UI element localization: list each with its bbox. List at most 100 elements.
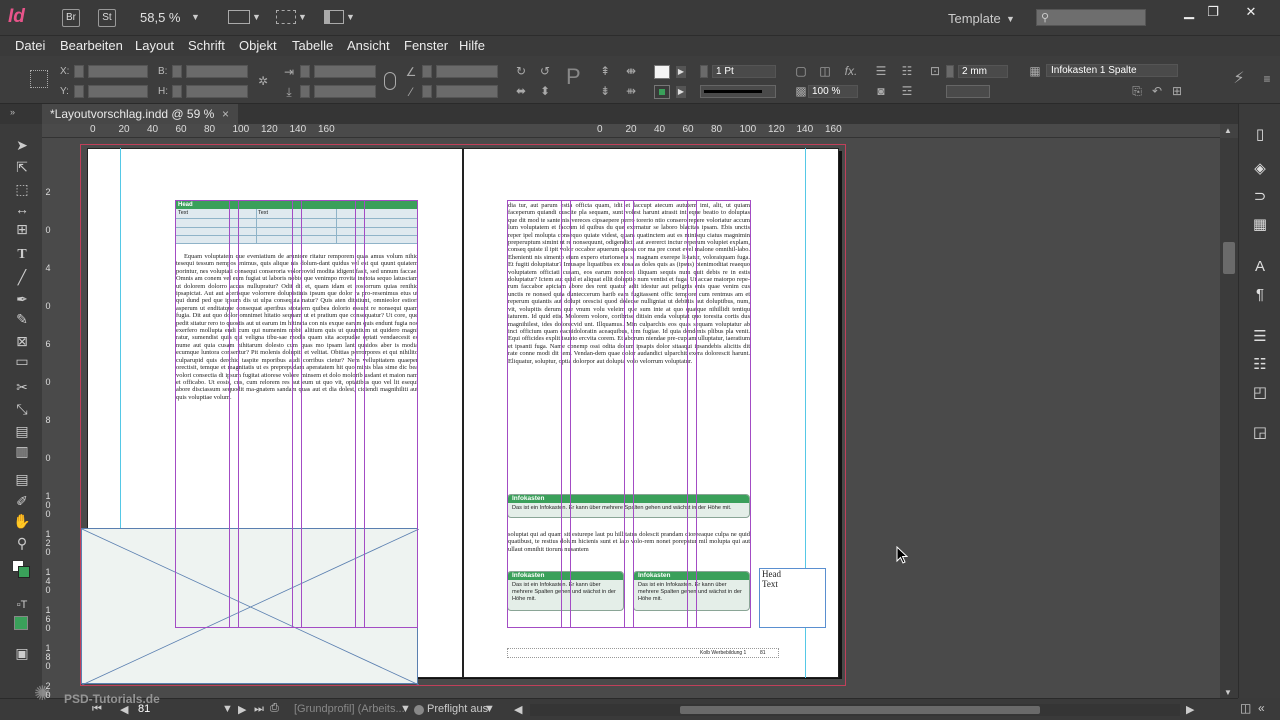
paragraph-styles-panel-icon[interactable]: ¶ <box>1249 284 1271 306</box>
gap-tool-icon[interactable]: ↔ <box>13 200 31 218</box>
spacing-field[interactable]: 2 mm <box>958 65 1008 78</box>
selection-tool-icon[interactable]: ➤ <box>13 136 31 154</box>
align-bottom-icon[interactable]: ☲ <box>900 84 914 98</box>
library-panel-icon[interactable]: ◲ <box>1249 422 1271 444</box>
workspace-switcher[interactable]: Template <box>948 11 1001 26</box>
menu-schrift[interactable]: Schrift <box>188 38 225 53</box>
text-wrap-icon[interactable]: ◙ <box>874 84 888 98</box>
flip-icon[interactable]: ⬌ <box>514 84 528 98</box>
footer-frame[interactable]: Kolb Werbebildung 1 81 <box>507 648 779 658</box>
expand-icon[interactable]: « <box>1258 701 1265 715</box>
scissors-tool-icon[interactable]: ✂ <box>13 378 31 396</box>
quick-apply-icon[interactable]: ⚡ <box>1232 71 1246 87</box>
cell-styles-panel-icon[interactable]: ☷ <box>1249 354 1271 376</box>
shear-icon[interactable]: ⁄ <box>404 85 418 99</box>
scroll-down-icon[interactable]: ▼ <box>1224 688 1232 697</box>
menu-datei[interactable]: Datei <box>15 38 45 53</box>
open-page-icon[interactable]: ⎙ <box>270 702 279 715</box>
y-field[interactable] <box>88 85 148 98</box>
align-top-icon[interactable]: ☰ <box>874 64 888 78</box>
pasteboard-text-frame[interactable]: Head Text <box>759 568 826 628</box>
menu-layout[interactable]: Layout <box>135 38 174 53</box>
preflight-text[interactable]: Preflight aus <box>427 703 488 715</box>
menu-hilfe[interactable]: Hilfe <box>459 38 485 53</box>
zoom-level[interactable]: 58,5 % <box>140 10 180 25</box>
page-dropdown-icon[interactable]: ▼ <box>222 703 233 715</box>
object-style-select[interactable]: Infokasten 1 Spalte <box>1046 64 1178 77</box>
eyedropper-tool-icon[interactable]: ✐ <box>13 492 31 510</box>
rotate-stepper[interactable] <box>422 65 432 78</box>
effects-fx-icon[interactable]: fx. <box>844 64 858 78</box>
scale-y-icon[interactable]: ⤓ <box>282 85 296 99</box>
auto-fit-icon[interactable]: ⊡ <box>928 64 942 78</box>
select-previous-icon[interactable]: ⇟ <box>598 84 612 98</box>
rotate-field[interactable] <box>436 65 498 78</box>
flip-vertical-icon[interactable]: ⬍ <box>538 84 552 98</box>
rectangle-frame-tool-icon[interactable]: ⊠ <box>13 332 31 350</box>
stroke-weight-field[interactable]: 1 Pt <box>712 65 776 78</box>
page-tool-icon[interactable]: ⬚ <box>13 180 31 198</box>
link-icon[interactable] <box>384 72 396 90</box>
fill-swatch[interactable] <box>654 65 670 79</box>
select-content-icon[interactable]: ⇼ <box>624 64 638 78</box>
fill-dropdown-icon[interactable]: ▶ <box>676 66 686 78</box>
layers-panel-icon[interactable]: ◈ <box>1249 158 1271 180</box>
corner-shape-select[interactable] <box>946 85 990 98</box>
rectangle-tool-icon[interactable]: ▭ <box>13 352 31 370</box>
select-container-icon[interactable]: ⇞ <box>598 64 612 78</box>
apply-color-icon[interactable] <box>14 616 28 630</box>
height-stepper[interactable] <box>172 85 182 98</box>
undo-style-icon[interactable]: ↶ <box>1150 84 1164 98</box>
gradient-feather-tool-icon[interactable]: ▥ <box>13 442 31 460</box>
zoom-dropdown-icon[interactable]: ▼ <box>191 12 200 22</box>
menu-fenster[interactable]: Fenster <box>404 38 448 53</box>
hand-tool-icon[interactable]: ✋ <box>13 512 31 530</box>
new-style-icon[interactable]: ⊞ <box>1170 84 1184 98</box>
height-field[interactable] <box>186 85 248 98</box>
first-page-button[interactable]: ⏮ <box>92 703 102 716</box>
opacity-field[interactable]: 100 % <box>808 85 858 98</box>
next-page-button[interactable]: ▶ <box>238 703 246 716</box>
width-stepper[interactable] <box>172 65 182 78</box>
width-field[interactable] <box>186 65 248 78</box>
scale-x-stepper[interactable] <box>300 65 310 78</box>
pages-panel-icon[interactable]: ▯ <box>1249 124 1271 146</box>
close-tab-icon[interactable]: × <box>222 104 229 124</box>
menu-objekt[interactable]: Objekt <box>239 38 277 53</box>
workspace-dropdown-icon[interactable]: ▼ <box>1006 14 1015 24</box>
document-canvas[interactable]: Head Text Text Equam voluptatem que even… <box>56 138 1220 698</box>
close-button[interactable]: ✕ <box>1236 4 1266 20</box>
constrain-proportions-icon[interactable]: ✲ <box>256 74 270 88</box>
object-styles-panel-icon[interactable]: ◰ <box>1249 382 1271 404</box>
document-tab[interactable]: *Layoutvorschlag.indd @ 59 % × <box>42 104 238 124</box>
free-transform-tool-icon[interactable]: ⤡ <box>13 400 31 418</box>
screen-mode-tool-icon[interactable]: ▣ <box>13 644 31 662</box>
content-collector-icon[interactable]: ⊞ <box>13 220 31 238</box>
x-stepper[interactable] <box>74 65 84 78</box>
maximize-button[interactable]: ❐ <box>1198 4 1228 20</box>
note-tool-icon[interactable]: ▤ <box>13 470 31 488</box>
collapse-panels-icon[interactable]: » <box>10 107 15 117</box>
menu-bearbeiten[interactable]: Bearbeiten <box>60 38 123 53</box>
bridge-button[interactable]: Br <box>62 9 80 27</box>
shear-field[interactable] <box>436 85 498 98</box>
clear-overrides-icon[interactable]: ⎘ <box>1130 84 1144 98</box>
stroke-type-select[interactable] <box>700 85 776 98</box>
rotate-cw-icon[interactable]: ↻ <box>514 64 528 78</box>
previous-page-button[interactable]: ◀ <box>120 703 128 716</box>
direct-selection-tool-icon[interactable]: ⇱ <box>13 158 31 176</box>
horizontal-scroll-thumb[interactable] <box>680 706 1040 714</box>
table-styles-panel-icon[interactable]: ☰ <box>1249 326 1271 348</box>
y-stepper[interactable] <box>74 85 84 98</box>
links-panel-icon[interactable]: ⊃ <box>1249 186 1271 208</box>
pen-tool-icon[interactable]: ✒ <box>13 290 31 308</box>
stroke-swatch[interactable] <box>654 85 670 99</box>
scale-y-stepper[interactable] <box>300 85 310 98</box>
menu-ansicht[interactable]: Ansicht <box>347 38 390 53</box>
panel-menu-icon[interactable]: ≡ <box>1260 72 1274 86</box>
zoom-tool-icon[interactable]: ⚲ <box>13 534 31 552</box>
scroll-right-icon[interactable]: ▶ <box>1186 703 1194 716</box>
last-page-button[interactable]: ⏭ <box>254 703 264 716</box>
collapse-icon[interactable]: ◫ <box>1240 701 1251 715</box>
frame-fitting-icon[interactable]: ▢ <box>794 64 808 78</box>
